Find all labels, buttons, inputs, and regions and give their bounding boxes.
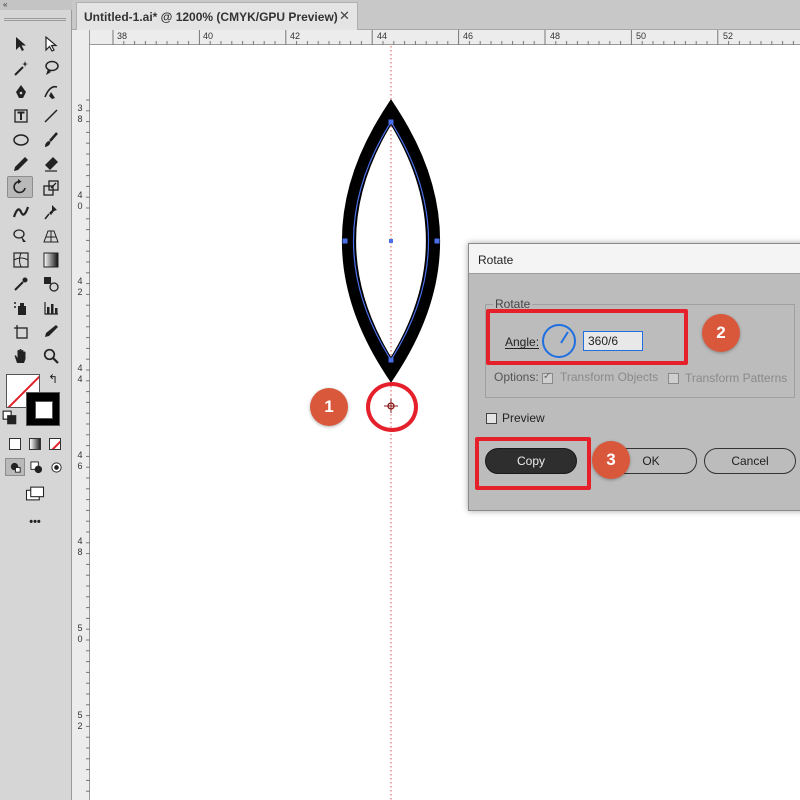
rotate-tool-icon[interactable] [7,176,33,198]
rotation-origin-highlight [366,382,418,432]
type-tool-icon[interactable] [8,105,34,127]
draw-normal-icon[interactable] [5,458,25,476]
stroke-swatch[interactable] [26,392,60,426]
direct-selection-tool-icon[interactable] [38,33,64,55]
scale-tool-icon[interactable] [38,177,64,199]
vertical-ruler-ticks [86,99,90,792]
hand-tool-icon[interactable] [8,345,34,367]
anchor-point[interactable] [342,238,348,244]
ruler-label: 46 [77,450,83,471]
draw-inside-icon[interactable] [46,458,66,476]
cancel-button[interactable]: Cancel [704,448,796,474]
ruler-label: 48 [77,536,83,557]
ellipse-tool-icon[interactable] [8,129,34,151]
slice-tool-icon[interactable] [38,321,64,343]
step-3-callout: 3 [592,441,630,479]
horizontal-ruler[interactable]: 38 40 42 44 46 48 50 52 [90,30,800,45]
pen-tool-icon[interactable] [8,81,34,103]
transform-objects-label: Transform Objects [560,370,659,384]
screen-mode-icon[interactable] [22,483,48,503]
ruler-label: 50 [636,31,647,41]
ruler-label: 52 [77,710,83,731]
preview-label[interactable]: Preview [502,411,545,425]
illustrator-window: « ↰ ••• Untitled-1.ai* @ 1200% (CMYK/GPU… [0,0,800,800]
mesh-tool-icon[interactable] [8,249,34,271]
anchor-point[interactable] [434,238,440,244]
swap-fill-stroke-icon[interactable]: ↰ [44,370,62,388]
anchor-point[interactable] [388,119,394,125]
color-mode-icon[interactable] [9,438,21,450]
document-tab-bar: Untitled-1.ai* @ 1200% (CMYK/GPU Preview… [72,0,800,30]
eraser-tool-icon[interactable] [38,153,64,175]
ruler-label: 40 [77,190,83,211]
ok-button-label: OK [642,454,660,468]
perspective-grid-tool-icon[interactable] [38,225,64,247]
lasso-tool-icon[interactable] [38,57,64,79]
tools-panel: « ↰ ••• [0,0,72,800]
zoom-tool-icon[interactable] [38,345,64,367]
ruler-label: 52 [723,31,734,41]
panel-collapse-grip[interactable]: « [0,0,72,10]
puppet-warp-tool-icon[interactable] [38,201,64,223]
preview-checkbox[interactable] [486,413,497,424]
copy-highlight [475,437,591,490]
draw-behind-icon[interactable] [26,458,46,476]
panel-drag-handle[interactable] [4,18,66,21]
ruler-label: 38 [117,31,128,41]
column-graph-tool-icon[interactable] [38,297,64,319]
gradient-mode-icon[interactable] [29,438,41,450]
blend-tool-icon[interactable] [38,273,64,295]
dialog-title[interactable]: Rotate [469,244,800,274]
gradient-tool-icon[interactable] [38,249,64,271]
horizontal-ruler-ticks [112,30,794,45]
ruler-label: 44 [377,31,388,41]
options-label: Options: [494,370,539,384]
ruler-label: 44 [77,363,83,384]
edit-toolbar-icon[interactable]: ••• [22,514,48,530]
document-tab-title: Untitled-1.ai* @ 1200% (CMYK/GPU Preview… [84,9,338,24]
artboard-tool-icon[interactable] [8,321,34,343]
step-1-callout: 1 [310,388,348,426]
none-mode-icon[interactable] [49,438,61,450]
curvature-tool-icon[interactable] [38,81,64,103]
center-point [389,239,393,243]
ruler-label: 50 [77,623,83,644]
step-2-callout: 2 [702,314,740,352]
ruler-label: 46 [463,31,474,41]
default-fill-stroke-icon[interactable] [2,410,18,426]
close-icon[interactable]: ✕ [339,8,350,24]
transform-objects-checkbox[interactable] [542,371,553,384]
shape-builder-tool-icon[interactable] [8,225,34,247]
transform-patterns-checkbox[interactable] [668,373,679,384]
selection-tool-icon[interactable] [8,33,34,55]
symbol-sprayer-tool-icon[interactable] [8,297,34,319]
width-tool-icon[interactable] [8,201,34,223]
paintbrush-tool-icon[interactable] [38,129,64,151]
anchor-point[interactable] [388,357,394,363]
eyedropper-tool-icon[interactable] [8,273,34,295]
ruler-label: 38 [77,103,83,124]
ruler-label: 42 [77,276,83,297]
ruler-label: 40 [203,31,214,41]
transform-patterns-label: Transform Patterns [685,371,788,385]
line-segment-tool-icon[interactable] [38,105,64,127]
cancel-button-label: Cancel [731,454,769,468]
ruler-label: 48 [550,31,561,41]
document-tab[interactable]: Untitled-1.ai* @ 1200% (CMYK/GPU Preview… [76,2,358,30]
angle-highlight [486,309,688,365]
vertical-ruler[interactable]: 38 40 42 44 46 48 50 52 [72,30,90,800]
ruler-label: 42 [290,31,301,41]
pencil-tool-icon[interactable] [8,153,34,175]
magic-wand-tool-icon[interactable] [8,57,34,79]
